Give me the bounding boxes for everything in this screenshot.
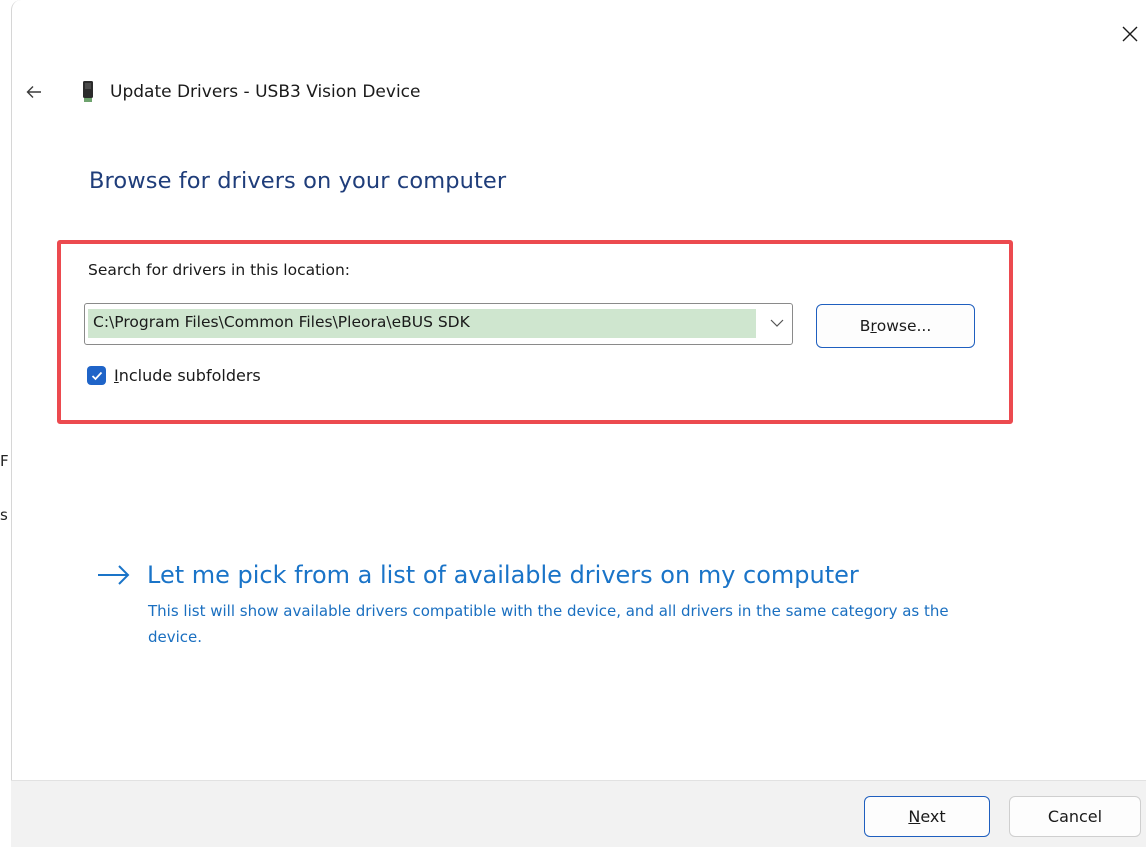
background-text-fragment: F — [0, 452, 9, 470]
pick-from-list-link[interactable]: Let me pick from a list of available dri… — [147, 558, 859, 592]
dropdown-button[interactable] — [768, 314, 786, 332]
pick-from-list-option[interactable]: Let me pick from a list of available dri… — [97, 558, 859, 592]
dialog-title: Update Drivers - USB3 Vision Device — [110, 82, 421, 102]
checkmark-icon — [91, 371, 102, 380]
close-button[interactable] — [1114, 18, 1146, 50]
back-button[interactable] — [24, 82, 44, 102]
next-label-rest: ext — [920, 807, 946, 826]
location-input[interactable]: C:\Program Files\Common Files\Pleora\eBU… — [93, 313, 470, 331]
browse-label-prefix: B — [859, 317, 871, 335]
include-label-rest: nclude subfolders — [118, 366, 261, 385]
next-mnemonic: N — [908, 807, 921, 826]
include-subfolders-option[interactable]: Include subfolders — [87, 366, 261, 385]
close-icon — [1122, 26, 1138, 42]
next-button[interactable]: Next — [864, 796, 990, 837]
chevron-down-icon — [770, 319, 784, 327]
back-arrow-icon — [26, 86, 41, 98]
background-text-fragment: s — [0, 506, 8, 524]
page-heading: Browse for drivers on your computer — [89, 168, 507, 194]
dialog-header: Update Drivers - USB3 Vision Device — [24, 78, 420, 106]
right-arrow-icon — [97, 558, 133, 592]
location-value-highlight: C:\Program Files\Common Files\Pleora\eBU… — [88, 309, 756, 338]
include-subfolders-label: Include subfolders — [114, 366, 261, 385]
include-subfolders-checkbox[interactable] — [87, 366, 106, 385]
location-combobox[interactable]: C:\Program Files\Common Files\Pleora\eBU… — [84, 303, 793, 345]
browse-label-suffix: owse... — [876, 317, 932, 335]
background-window-edge: F s — [0, 0, 11, 846]
cancel-button[interactable]: Cancel — [1009, 796, 1141, 837]
usb-device-icon — [82, 81, 96, 103]
browse-button[interactable]: Br owse... — [816, 304, 975, 348]
pick-from-list-description: This list will show available drivers co… — [148, 602, 949, 646]
search-location-label: Search for drivers in this location: — [88, 261, 351, 279]
